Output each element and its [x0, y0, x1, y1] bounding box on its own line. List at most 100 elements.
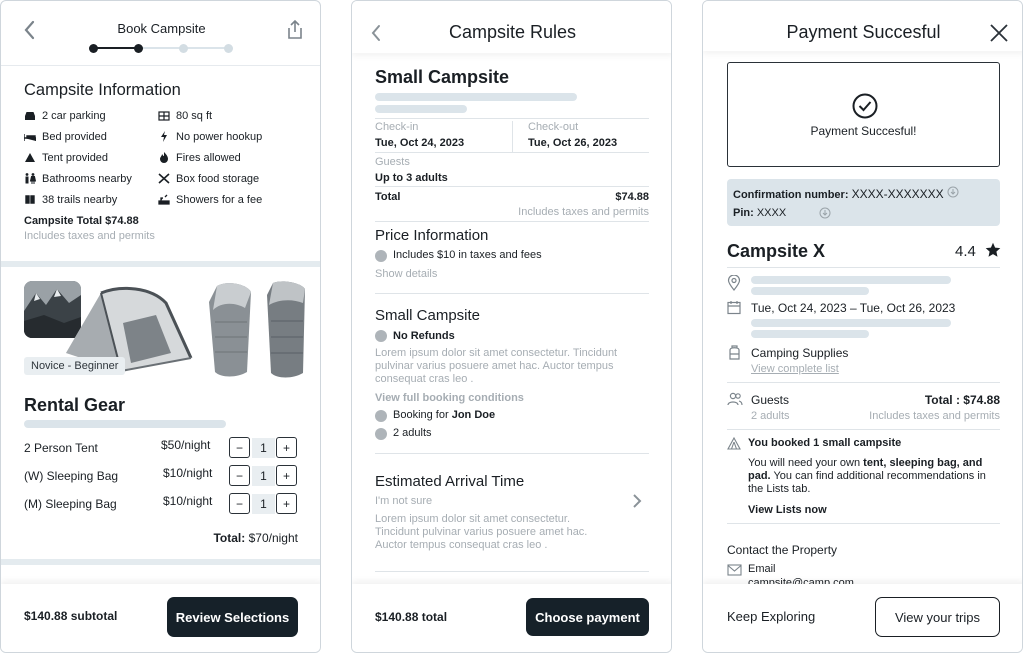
- gear-item-name: (M) Sleeping Bag: [24, 497, 117, 511]
- view-lists-link[interactable]: View Lists now: [748, 504, 827, 516]
- calendar-icon: [727, 301, 741, 315]
- amenity-showers: Showers for a fee: [158, 194, 308, 210]
- increment-button[interactable]: +: [276, 465, 297, 486]
- increment-button[interactable]: +: [276, 437, 297, 458]
- step-2-dot: [134, 44, 143, 53]
- guests-bullet-icon: [375, 428, 387, 440]
- location-pin-icon: [727, 275, 741, 291]
- sleeping-bag-image-1: [207, 282, 257, 378]
- checkin-value: Tue, Oct 24, 2023: [375, 137, 465, 149]
- gear-total: Total: $70/night: [213, 531, 298, 545]
- lightning-icon: [158, 131, 170, 145]
- guests-label: Guests: [375, 156, 410, 168]
- supplies-heading: Camping Supplies: [751, 346, 849, 360]
- guests-value: Up to 3 adults: [375, 172, 448, 184]
- success-message: Payment Succesful!: [810, 124, 917, 138]
- bed-icon: [23, 132, 37, 145]
- keep-exploring-link[interactable]: Keep Exploring: [727, 609, 815, 624]
- info-bullet-icon: [375, 250, 387, 262]
- page-title: Campsite Rules: [448, 22, 577, 42]
- mail-icon: [727, 564, 742, 576]
- guests-icon: [727, 392, 743, 406]
- fire-icon: [158, 152, 170, 166]
- decrement-button[interactable]: −: [229, 493, 250, 514]
- view-trips-button[interactable]: View your trips: [875, 597, 1000, 637]
- booked-title: You booked 1 small campsite: [748, 437, 902, 449]
- page-title: Payment Succesful: [786, 22, 941, 42]
- page-title: Book Campsite: [117, 21, 206, 36]
- utensils-icon: [158, 173, 170, 187]
- no-refunds: No Refunds: [393, 330, 455, 342]
- star-icon: [985, 242, 1001, 257]
- pin: Pin: XXXX: [733, 207, 787, 219]
- stay-dates: Tue, Oct 24, 2023 – Tue, Oct 26, 2023: [751, 301, 956, 315]
- checkout-value: Tue, Oct 26, 2023: [528, 137, 618, 149]
- view-conditions-link[interactable]: View full booking conditions: [375, 392, 524, 404]
- amenity-size: 80 sq ft: [158, 110, 308, 126]
- decrement-button[interactable]: −: [229, 437, 250, 458]
- close-button[interactable]: [989, 23, 1009, 43]
- gear-item-name: (W) Sleeping Bag: [24, 469, 119, 483]
- arrival-value: I'm not sure: [375, 495, 433, 507]
- contact-heading: Contact the Property: [727, 543, 838, 557]
- step-4-dot: [224, 44, 233, 53]
- payment-success-screen: Payment Succesful Payment Succesful! Con…: [702, 0, 1023, 653]
- total-value: $74.88: [615, 191, 649, 203]
- amenity-parking: 2 car parking: [24, 110, 164, 126]
- person-bullet-icon: [375, 410, 387, 422]
- site-name: Small Campsite: [375, 67, 510, 87]
- amenity-tent: Tent provided: [24, 152, 164, 168]
- progress-steps: [87, 42, 237, 54]
- view-supplies-link[interactable]: View complete list: [751, 363, 839, 375]
- campsite-total: Campsite Total $74.88: [24, 215, 139, 227]
- chevron-right-icon: [633, 494, 642, 508]
- amenity-fires: Fires allowed: [158, 152, 308, 168]
- gear-item-name: 2 Person Tent: [24, 441, 98, 455]
- share-button[interactable]: [285, 19, 305, 41]
- subtotal-text: $140.88 subtotal: [24, 609, 118, 623]
- confirmation-number: Confirmation number: XXXX-XXXXXXX: [733, 187, 944, 201]
- amenity-bathrooms: Bathrooms nearby: [24, 173, 164, 189]
- gear-item-price: $50/night: [161, 438, 211, 452]
- campsite-info-heading: Campsite Information: [24, 81, 181, 99]
- grid-icon: [158, 111, 170, 124]
- amenity-trails: 38 trails nearby: [24, 194, 164, 210]
- copy-icon[interactable]: [947, 186, 959, 198]
- step-1-dot: [89, 44, 98, 53]
- total-label: Total: [375, 191, 401, 203]
- copy-icon[interactable]: [819, 207, 831, 219]
- guests-value: 2 adults: [751, 410, 790, 422]
- booking-for: Booking for Jon Doe: [393, 409, 496, 421]
- decrement-button[interactable]: −: [229, 465, 250, 486]
- arrival-heading: Estimated Arrival Time: [375, 473, 525, 490]
- amenity-bed: Bed provided: [23, 131, 164, 147]
- choose-payment-button[interactable]: Choose payment: [526, 598, 649, 636]
- review-selections-button[interactable]: Review Selections: [167, 597, 298, 637]
- check-circle-icon: [852, 93, 878, 119]
- restroom-icon: [24, 173, 37, 187]
- car-icon: [24, 111, 36, 121]
- rating: 4.4: [933, 242, 1003, 262]
- amenity-food-storage: Box food storage: [158, 173, 308, 189]
- price-heading: Price Information: [375, 227, 489, 244]
- quantity-stepper[interactable]: − 1 +: [229, 493, 298, 516]
- show-details-link[interactable]: Show details: [375, 268, 437, 280]
- book-icon: [24, 194, 36, 208]
- gear-item-price: $10/night: [163, 494, 213, 508]
- campsite-rules-screen: Campsite Rules Small Campsite Check-in T…: [351, 0, 672, 653]
- quantity-stepper[interactable]: − 1 +: [229, 437, 298, 460]
- checkin-label: Check-in: [375, 121, 419, 133]
- adults-count: 2 adults: [393, 427, 432, 439]
- arrival-time-row[interactable]: Estimated Arrival Time I'm not sure Lore…: [375, 471, 649, 556]
- amenity-power: No power hookup: [158, 131, 308, 147]
- quantity-stepper[interactable]: − 1 +: [229, 465, 298, 488]
- sleeping-bag-image-2: [265, 281, 309, 378]
- quantity-value: 1: [252, 466, 275, 486]
- payment-total-note: Includes taxes and permits: [869, 410, 1000, 422]
- total-text: $140.88 total: [375, 610, 448, 624]
- step-3-dot: [179, 44, 188, 53]
- quantity-value: 1: [252, 438, 275, 458]
- increment-button[interactable]: +: [276, 493, 297, 514]
- backpack-icon: [729, 345, 740, 360]
- email-label: Email: [748, 563, 776, 575]
